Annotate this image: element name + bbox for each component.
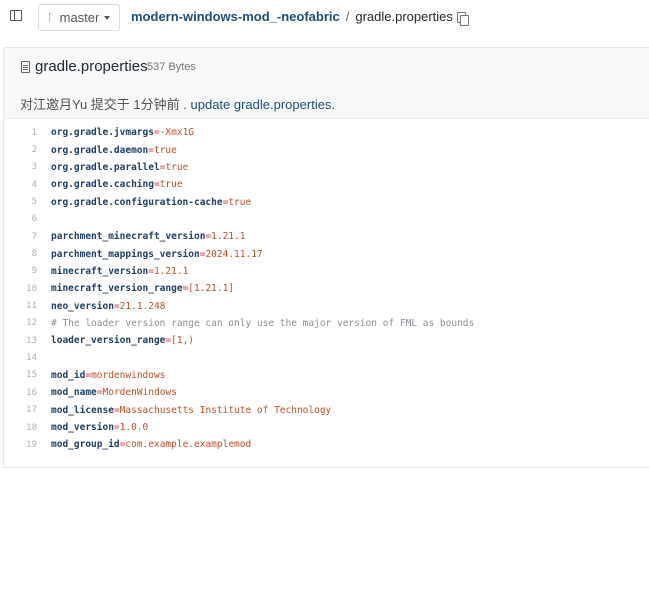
- line-number: 13: [26, 335, 37, 346]
- code-view: 1 org.gradle.jvmargs = -Xmx1G 2 org.gradle.da…: [4, 124, 649, 454]
- property-key: mod_id: [51, 369, 86, 381]
- property-key: org.gradle.configuration-cache: [51, 196, 223, 208]
- code-line: 4 org.gradle.caching = true: [4, 176, 649, 193]
- line-number: 17: [26, 405, 37, 416]
- line-number: 15: [26, 370, 37, 381]
- file-header: gradle.properties 537 Bytes 对江邀月Yu 提交于 1…: [4, 48, 649, 119]
- property-value: -Xmx1G: [159, 127, 195, 139]
- line-number: 1: [31, 127, 37, 138]
- property-key: parchment_mappings_version: [51, 248, 200, 260]
- property-key: minecraft_version_range: [51, 283, 183, 295]
- code-line: 12 # The loader version range can only us…: [4, 315, 649, 332]
- property-value: [1,): [171, 335, 195, 347]
- code-line: 10 minecraft_version_range = [1.21.1]: [4, 280, 649, 297]
- line-number: 7: [31, 231, 37, 242]
- property-key: neo_version: [51, 300, 114, 312]
- branch-icon: ᚴ: [47, 11, 54, 24]
- property-value: Massachusetts Institute of Technology: [119, 404, 332, 416]
- property-key: loader_version_range: [51, 335, 166, 347]
- line-number: 18: [26, 422, 37, 433]
- code-line: 13 loader_version_range = [1,): [4, 332, 649, 349]
- topbar: ᚴ master modern-windows-mod_-neofabric /…: [0, 0, 649, 36]
- property-value: 2024.11.17: [205, 248, 263, 260]
- property-value: 1.21.1: [153, 265, 189, 277]
- code-line: 19 mod_group_id = com.example.examplemod: [4, 436, 649, 453]
- property-key: parchment_minecraft_version: [51, 231, 206, 243]
- property-key: org.gradle.parallel: [51, 161, 160, 173]
- property-value: com.example.examplemod: [125, 439, 252, 451]
- code-line: 11 neo_version = 21.1.248: [4, 297, 649, 314]
- file-panel: gradle.properties 537 Bytes 对江邀月Yu 提交于 1…: [3, 47, 649, 468]
- commit-info: 对江邀月Yu 提交于 1分钟前 . update gradle.properti…: [20, 94, 335, 113]
- code-line: 18 mod_version = 1.0.0: [4, 419, 649, 436]
- line-number: 9: [31, 266, 37, 277]
- line-number: 4: [31, 179, 37, 190]
- property-key: mod_group_id: [51, 439, 120, 451]
- code-line: 3 org.gradle.parallel = true: [4, 159, 649, 176]
- chevron-down-icon: [104, 15, 111, 20]
- code-line: 1 org.gradle.jvmargs = -Xmx1G: [4, 124, 649, 141]
- breadcrumb-file: gradle.properties: [355, 9, 453, 24]
- code-line: 7 parchment_minecraft_version = 1.21.1: [4, 228, 649, 245]
- line-number: 10: [26, 283, 37, 294]
- code-line: 16 mod_name = MordenWindows: [4, 384, 649, 401]
- property-value: 21.1.248: [119, 300, 166, 312]
- code-line: 2 org.gradle.daemon = true: [4, 141, 649, 158]
- line-number: 12: [26, 318, 37, 329]
- property-value: 1.21.1: [211, 231, 246, 243]
- branch-selector[interactable]: ᚴ master: [38, 4, 120, 31]
- code-line: 5 org.gradle.configuration-cache = true: [4, 193, 649, 210]
- property-value: [1.21.1]: [188, 283, 235, 295]
- property-key: org.gradle.caching: [51, 179, 154, 191]
- code-line: 14: [4, 349, 649, 366]
- line-number: 2: [31, 145, 37, 156]
- property-key: org.gradle.jvmargs: [51, 127, 154, 139]
- code-line: 8 parchment_mappings_version = 2024.11.17: [4, 245, 649, 262]
- breadcrumb: modern-windows-mod_-neofabric / gradle.p…: [131, 9, 453, 24]
- property-value: true: [228, 196, 252, 208]
- code-line: 6: [4, 211, 649, 228]
- line-number: 5: [31, 197, 37, 208]
- breadcrumb-separator: /: [345, 9, 350, 24]
- commit-message-link[interactable]: update gradle.properties.: [191, 97, 336, 112]
- property-value: MordenWindows: [102, 387, 177, 399]
- commit-author-time: 对江邀月Yu 提交于 1分钟前 .: [20, 97, 187, 112]
- sidebar-toggle-icon[interactable]: [10, 10, 22, 21]
- copy-path-icon[interactable]: [457, 12, 469, 26]
- property-value: true: [153, 144, 177, 156]
- property-key: minecraft_version: [51, 265, 149, 277]
- breadcrumb-repo-link[interactable]: modern-windows-mod_-neofabric: [131, 9, 340, 24]
- line-number: 11: [26, 301, 37, 312]
- line-number: 14: [26, 353, 37, 364]
- line-number: 19: [26, 439, 37, 450]
- property-value: mordenwindows: [91, 369, 166, 381]
- property-key: org.gradle.daemon: [51, 144, 149, 156]
- code-comment: # The loader version range can only use …: [51, 317, 475, 329]
- code-line: 17 mod_license = Massachusetts Institute of…: [4, 402, 649, 419]
- branch-name: master: [59, 10, 100, 25]
- line-number: 6: [31, 214, 37, 225]
- line-number: 8: [31, 249, 37, 260]
- property-key: mod_name: [51, 387, 97, 399]
- code-line: 9 minecraft_version = 1.21.1: [4, 263, 649, 280]
- code-line: 15 mod_id = mordenwindows: [4, 367, 649, 384]
- file-size: 537 Bytes: [147, 61, 196, 73]
- property-value: true: [159, 179, 183, 191]
- file-name: gradle.properties: [35, 58, 148, 75]
- line-number: 16: [26, 387, 37, 398]
- property-value: 1.0.0: [119, 422, 149, 434]
- property-key: mod_version: [51, 422, 114, 434]
- line-number: 3: [31, 162, 37, 173]
- file-icon: [21, 61, 30, 73]
- property-key: mod_license: [51, 404, 114, 416]
- property-value: true: [165, 161, 189, 173]
